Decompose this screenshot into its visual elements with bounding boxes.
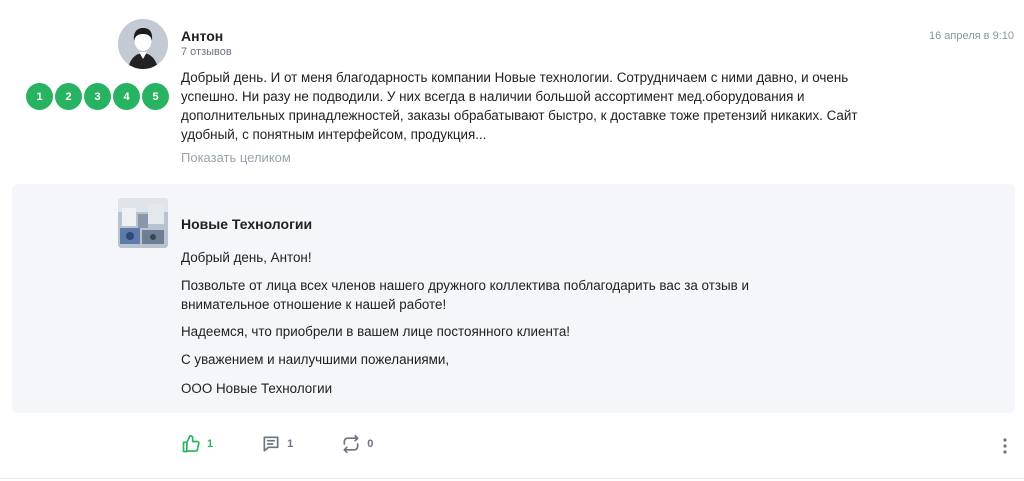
- author-reviews-count: 7 отзывов: [181, 46, 232, 58]
- company-logo[interactable]: [118, 198, 168, 248]
- reply-greeting: Добрый день, Антон!: [181, 250, 312, 265]
- review-date: 16 апреля в 9:10: [929, 30, 1014, 42]
- rating-3: 3: [84, 83, 111, 110]
- more-options-button[interactable]: [1002, 437, 1008, 460]
- repost-button[interactable]: 0: [341, 434, 373, 454]
- avatar-user-icon: [118, 19, 168, 69]
- avatar[interactable]: [118, 19, 168, 69]
- comment-icon: [263, 436, 279, 452]
- rating-4: 4: [113, 83, 140, 110]
- reply-closing: С уважением и наилучшими пожеланиями,: [181, 352, 450, 367]
- repost-icon: [343, 434, 359, 454]
- show-full-link[interactable]: Показать целиком: [181, 150, 291, 165]
- more-vertical-icon: [1003, 438, 1007, 454]
- like-count: 1: [207, 438, 214, 450]
- company-logo-image: [118, 198, 168, 248]
- company-name[interactable]: Новые Технологии: [181, 216, 312, 232]
- reply-paragraph: Позвольте от лица всех членов нашего дру…: [181, 278, 749, 312]
- reply-paragraph: Надеемся, что приобрели в вашем лице пос…: [181, 324, 571, 339]
- rating-scale: 1 2 3 4 5: [26, 83, 169, 110]
- divider: [0, 478, 1024, 479]
- author-name[interactable]: Антон: [181, 28, 223, 44]
- comment-count: 1: [287, 438, 294, 450]
- comment-button[interactable]: 1: [261, 434, 293, 454]
- review-actions: 1 1 0: [181, 434, 421, 454]
- rating-5: 5: [142, 83, 169, 110]
- reply-signature: ООО Новые Технологии: [181, 381, 333, 396]
- rating-2: 2: [55, 83, 82, 110]
- repost-count: 0: [367, 438, 374, 450]
- review-text: Добрый день. И от меня благодарность ком…: [181, 70, 858, 142]
- rating-1: 1: [26, 83, 53, 110]
- thumbs-up-icon: [182, 434, 200, 453]
- like-button[interactable]: 1: [181, 434, 213, 454]
